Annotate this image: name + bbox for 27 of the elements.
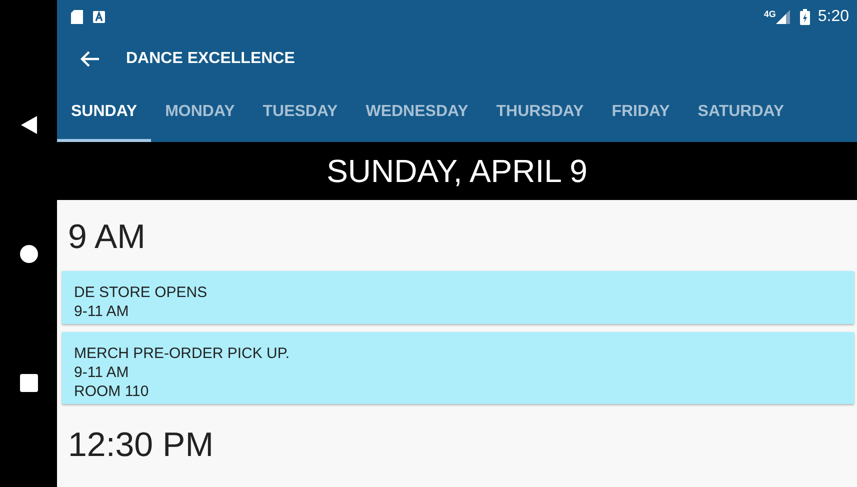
event-text: ROOM 110 xyxy=(74,382,150,401)
day-tab[interactable]: FRIDAY xyxy=(598,85,684,142)
event-card[interactable]: MERCH PRE-ORDER PICK UP. 9-11 AM ROOM 110 xyxy=(62,332,854,404)
time-heading: 12:30 PM xyxy=(67,425,215,466)
recents-icon[interactable] xyxy=(20,374,38,392)
day-tab[interactable]: MONDAY xyxy=(151,85,249,142)
event-text: DE STORE OPENS xyxy=(74,283,208,302)
event-text: 9-11 AM xyxy=(74,363,130,382)
font-icon xyxy=(93,10,105,22)
signal-icon xyxy=(776,10,790,24)
day-tab[interactable]: WEDNESDAY xyxy=(352,85,482,142)
app-title: DANCE EXCELLENCE xyxy=(126,50,295,68)
home-icon[interactable] xyxy=(18,244,38,264)
day-tab[interactable]: THURSDAY xyxy=(482,85,598,142)
day-tab[interactable]: TUESDAY xyxy=(248,85,352,142)
event-text: MERCH PRE-ORDER PICK UP. xyxy=(74,344,291,363)
date-header: SUNDAY, APRIL 9 xyxy=(57,142,857,200)
back-icon[interactable] xyxy=(20,114,38,135)
event-card[interactable]: DE STORE OPENS 9-11 AM xyxy=(62,271,854,324)
day-tab[interactable]: SATURDAY xyxy=(684,85,798,142)
back-arrow-icon[interactable] xyxy=(80,51,100,67)
sd-card-icon xyxy=(71,10,83,24)
event-text: 9-11 AM xyxy=(74,302,130,321)
network-label: 4G xyxy=(764,9,776,19)
clock: 5:20 xyxy=(818,8,849,26)
battery-icon xyxy=(800,8,810,24)
time-heading: 9 AM xyxy=(67,217,146,258)
